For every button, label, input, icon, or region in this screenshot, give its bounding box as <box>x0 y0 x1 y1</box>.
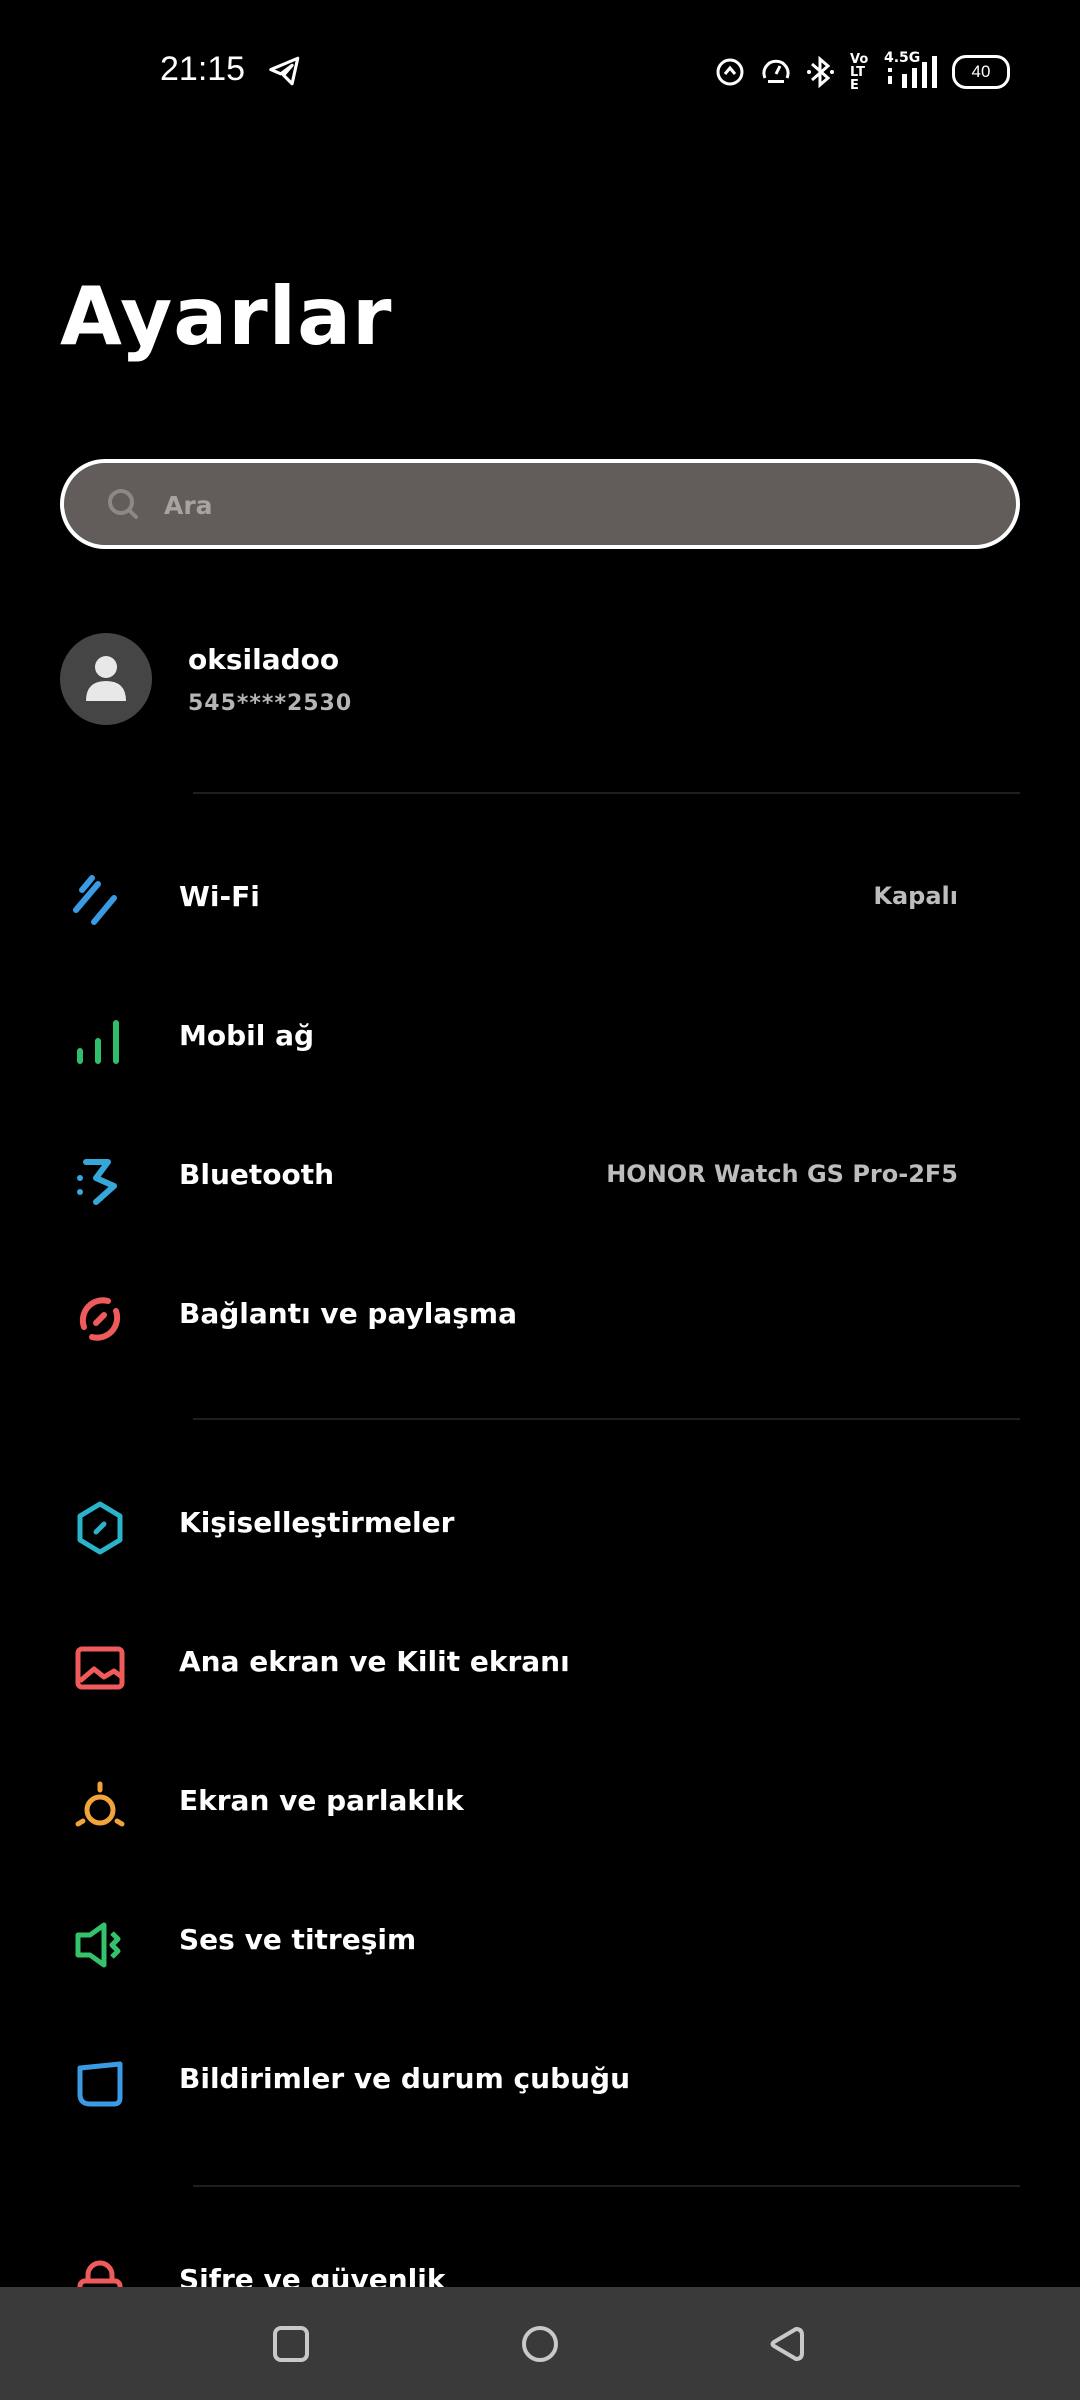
settings-item-sound-vibration[interactable]: Ses ve titreşim <box>0 1881 1080 2001</box>
mobile-network-icon <box>77 1020 119 1064</box>
page-title: Ayarlar <box>60 270 393 363</box>
wifi-icon <box>73 875 117 925</box>
bluetooth-status-icon <box>807 55 834 89</box>
settings-item-home-lock-screen[interactable]: Ana ekran ve Kilit ekranı <box>0 1603 1080 1723</box>
notifications-icon <box>77 2061 123 2107</box>
settings-item-mobile-network[interactable]: Mobil ağ <box>0 977 1080 1097</box>
divider <box>193 1418 1020 1420</box>
settings-item-connection-sharing[interactable]: Bağlantı ve paylaşma <box>0 1255 1080 1375</box>
personalization-icon <box>77 1501 123 1555</box>
status-bar: 21:15 Vo LTE 4.5G 40 <box>0 0 1080 140</box>
settings-item-password-security[interactable]: Şifre ve güvenlik <box>0 2245 1080 2287</box>
settings-item-wifi[interactable]: Wi-Fi Kapalı <box>0 838 1080 958</box>
settings-item-personalization[interactable]: Kişiselleştirmeler <box>0 1464 1080 1584</box>
divider <box>193 2185 1020 2187</box>
avatar <box>60 633 152 725</box>
recent-apps-icon[interactable] <box>266 2319 316 2369</box>
battery-icon: 40 <box>952 55 1010 89</box>
account-row[interactable]: oksiladoo 545****2530 <box>60 633 1020 729</box>
back-icon[interactable] <box>762 2319 812 2369</box>
account-name: oksiladoo <box>188 643 340 676</box>
brightness-icon <box>75 1781 125 1827</box>
settings-item-display-brightness[interactable]: Ekran ve parlaklık <box>0 1742 1080 1862</box>
home-icon[interactable] <box>515 2319 565 2369</box>
item-value: HONOR Watch GS Pro-2F5 <box>606 1160 958 1188</box>
item-label: Ekran ve parlaklık <box>179 1784 464 1817</box>
item-label: Bluetooth <box>179 1158 335 1191</box>
wallpaper-icon <box>75 1646 125 1690</box>
item-label: Şifre ve güvenlik <box>179 2263 446 2287</box>
sound-vibration-icon <box>75 1922 121 1968</box>
volte-icon: Vo LTE <box>850 51 869 93</box>
status-icons: Vo LTE 4.5G 40 <box>714 50 1010 93</box>
divider <box>193 792 1020 794</box>
navigation-bar <box>0 2287 1080 2400</box>
item-label: Ses ve titreşim <box>179 1923 417 1956</box>
status-time: 21:15 <box>160 50 246 88</box>
data-saver-icon <box>716 58 744 86</box>
item-label: Bağlantı ve paylaşma <box>179 1297 517 1330</box>
item-label: Bildirimler ve durum çubuğu <box>179 2062 631 2095</box>
settings-item-notifications[interactable]: Bildirimler ve durum çubuğu <box>0 2020 1080 2140</box>
connection-sharing-icon <box>79 1297 121 1341</box>
bluetooth-icon <box>77 1159 117 1205</box>
search-icon <box>108 489 138 519</box>
signal-icon: 4.5G <box>884 50 938 90</box>
telegram-icon <box>269 56 300 86</box>
speed-icon <box>762 59 790 83</box>
item-label: Mobil ağ <box>179 1019 315 1052</box>
item-label: Kişiselleştirmeler <box>179 1506 455 1539</box>
account-phone: 545****2530 <box>188 691 353 716</box>
search-bar[interactable] <box>60 459 1020 549</box>
item-value: Kapalı <box>873 882 958 910</box>
user-icon <box>86 656 126 701</box>
settings-item-bluetooth[interactable]: Bluetooth HONOR Watch GS Pro-2F5 <box>0 1116 1080 1236</box>
item-label: Ana ekran ve Kilit ekranı <box>179 1645 570 1678</box>
lock-icon <box>77 2260 123 2287</box>
item-label: Wi-Fi <box>179 880 260 913</box>
search-input[interactable] <box>162 483 966 527</box>
